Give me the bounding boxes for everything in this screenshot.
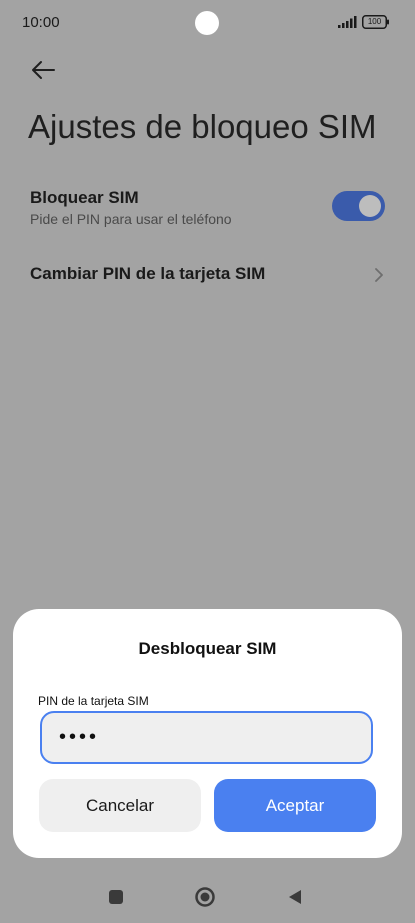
page-title: Ajustes de bloqueo SIM	[28, 108, 377, 145]
unlock-sim-dialog: Desbloquear SIM PIN de la tarjeta SIM ••…	[13, 609, 402, 858]
pin-field-label: PIN de la tarjeta SIM	[38, 694, 149, 708]
toggle-knob	[359, 195, 381, 217]
back-button[interactable]	[26, 55, 60, 85]
accept-button[interactable]: Aceptar	[214, 779, 376, 832]
cancel-button[interactable]: Cancelar	[39, 779, 201, 832]
status-time: 10:00	[22, 14, 60, 31]
lock-sim-toggle[interactable]	[332, 191, 385, 221]
dialog-title: Desbloquear SIM	[138, 639, 277, 658]
setting-change-pin[interactable]: Cambiar PIN de la tarjeta SIM	[0, 254, 415, 296]
setting-lock-sim-subtitle: Pide el PIN para usar el teléfono	[30, 211, 232, 227]
status-bar: 10:00 100	[0, 0, 415, 46]
triangle-left-icon[interactable]	[284, 886, 306, 908]
camera-cutout	[195, 11, 219, 35]
setting-lock-sim[interactable]: Bloquear SIM Pide el PIN para usar el te…	[0, 180, 415, 240]
circle-icon[interactable]	[194, 886, 216, 908]
signal-icon	[338, 16, 357, 28]
navigation-bar	[0, 870, 415, 923]
battery-level: 100	[367, 17, 382, 26]
pin-input-value: ••••	[59, 726, 100, 748]
square-icon[interactable]	[105, 886, 127, 908]
pin-input[interactable]: ••••	[40, 711, 373, 764]
arrow-left-icon	[32, 61, 55, 79]
setting-lock-sim-title: Bloquear SIM	[30, 188, 139, 207]
setting-change-pin-title: Cambiar PIN de la tarjeta SIM	[30, 264, 266, 283]
chevron-right-icon	[375, 268, 383, 282]
